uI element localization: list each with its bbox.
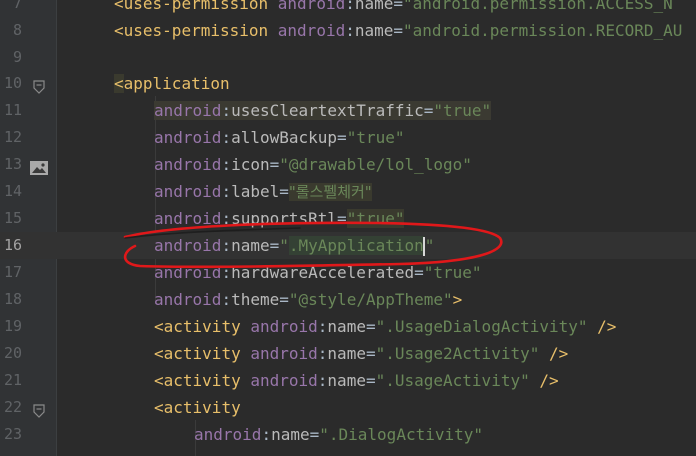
code-text: android:usesCleartextTraffic="true" <box>154 101 492 120</box>
code-text: android:name=".MyApplication" <box>154 236 435 256</box>
code-line[interactable]: 9 <box>0 44 696 71</box>
code-line[interactable]: 21 <activity android:name=".UsageActivit… <box>0 367 696 394</box>
code-text: android:label="롤스펠체커" <box>154 182 372 201</box>
line-number: 11 <box>3 101 22 119</box>
line-number: 17 <box>3 263 22 281</box>
line-number: 20 <box>3 344 22 362</box>
fold-marker-icon[interactable] <box>29 400 49 418</box>
code-line[interactable]: 17 android:hardwareAccelerated="true" <box>0 259 696 286</box>
code-text: <activity android:name=".UsageDialogActi… <box>154 317 617 336</box>
line-number: 9 <box>12 48 22 66</box>
line-number: 14 <box>3 182 22 200</box>
code-line[interactable]: 18 android:theme="@style/AppTheme"> <box>0 286 696 313</box>
line-number: 8 <box>12 21 22 39</box>
fold-marker-icon[interactable] <box>29 76 49 94</box>
line-number: 22 <box>3 398 22 416</box>
code-line[interactable]: 13 android:icon="@drawable/lol_logo" <box>0 151 696 178</box>
code-text: <application <box>114 74 230 93</box>
code-text: <uses-permission android:name="android.p… <box>114 21 683 40</box>
code-line[interactable]: 23 android:name=".DialogActivity" <box>0 421 696 448</box>
code-line-current[interactable]: 16 android:name=".MyApplication" <box>0 232 696 259</box>
line-number: 21 <box>3 371 22 389</box>
code-text: android:name=".DialogActivity" <box>194 425 484 444</box>
line-number: 12 <box>3 128 22 146</box>
code-line[interactable]: 15 android:supportsRtl="true" <box>0 205 696 232</box>
code-line[interactable]: 19 <activity android:name=".UsageDialogA… <box>0 313 696 340</box>
line-number: 10 <box>3 74 22 92</box>
code-line[interactable]: 8 <uses-permission android:name="android… <box>0 17 696 44</box>
line-number: 23 <box>3 425 22 443</box>
code-text: <activity android:name=".Usage2Activity"… <box>154 344 569 363</box>
line-number: 15 <box>3 209 22 227</box>
code-text: android:allowBackup="true" <box>154 128 405 147</box>
image-preview-icon[interactable] <box>29 157 49 175</box>
code-text: <activity android:name=".UsageActivity" … <box>154 371 559 390</box>
code-text: android:theme="@style/AppTheme"> <box>154 290 463 309</box>
code-line[interactable]: 7 <uses-permission android:name="android… <box>0 0 696 17</box>
code-text: android:hardwareAccelerated="true" <box>154 263 482 282</box>
code-line[interactable]: 12 android:allowBackup="true" <box>0 124 696 151</box>
code-line[interactable]: 20 <activity android:name=".Usage2Activi… <box>0 340 696 367</box>
code-line[interactable]: 22 <activity <box>0 394 696 421</box>
code-text: android:supportsRtl="true" <box>154 209 405 228</box>
line-number: 7 <box>12 0 22 12</box>
line-number: 13 <box>3 155 22 173</box>
line-number: 19 <box>3 317 22 335</box>
code-line[interactable]: 14 android:label="롤스펠체커" <box>0 178 696 205</box>
code-text: <uses-permission android:name="android.p… <box>114 0 673 13</box>
code-editor[interactable]: 7 <uses-permission android:name="android… <box>0 0 696 456</box>
code-line[interactable]: 10 <application <box>0 70 696 97</box>
line-number: 18 <box>3 290 22 308</box>
line-number: 16 <box>3 236 22 254</box>
code-text: android:icon="@drawable/lol_logo" <box>154 155 472 174</box>
code-text: <activity <box>154 398 241 417</box>
code-line[interactable]: 11 android:usesCleartextTraffic="true" <box>0 97 696 124</box>
